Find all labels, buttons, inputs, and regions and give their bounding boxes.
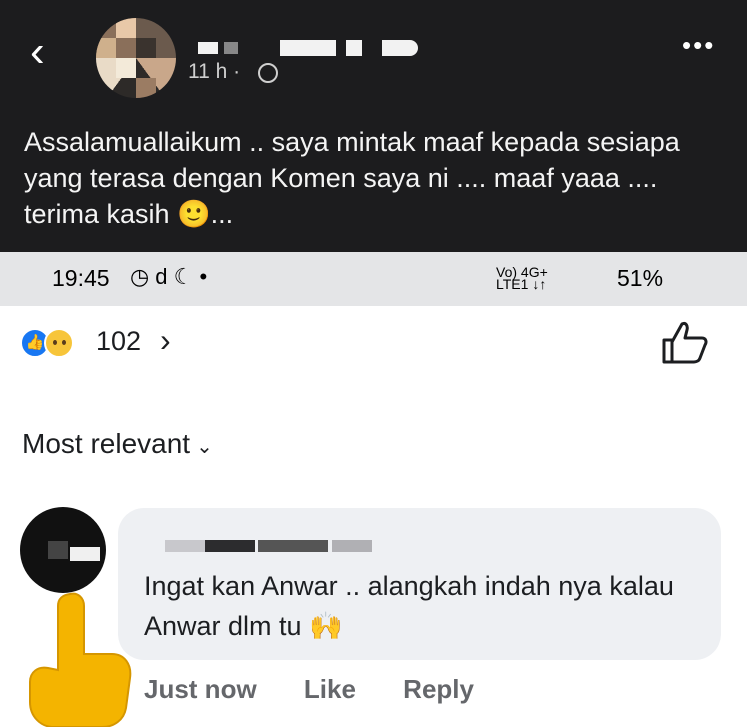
battery-level: 51% xyxy=(617,265,664,291)
chevron-down-icon: ⌄ xyxy=(196,436,213,458)
thumbs-up-icon[interactable] xyxy=(660,320,708,364)
sort-label: Most relevant xyxy=(22,428,191,459)
comment-text: Ingat kan Anwar .. alangkah indah nya ka… xyxy=(144,571,674,641)
like-button[interactable]: Like xyxy=(304,674,356,704)
author-name-redacted xyxy=(280,40,336,56)
comment-time: Just now xyxy=(144,674,257,704)
status-time: 19:45 xyxy=(52,265,110,291)
commenter-name-redacted xyxy=(205,540,255,552)
pointing-hand-icon xyxy=(29,592,132,727)
commenter-name-redacted[interactable] xyxy=(165,540,205,552)
reaction-count[interactable]: 102 xyxy=(96,326,141,357)
commenter-name-redacted xyxy=(258,540,328,552)
author-name-redacted xyxy=(224,42,238,54)
status-icons: ◷ d ☾ • xyxy=(130,264,208,289)
sort-dropdown[interactable]: Most relevant ⌄ xyxy=(22,428,213,460)
commenter-name-redacted xyxy=(332,540,372,552)
post-text: Assalamuallaikum .. saya mintak maaf kep… xyxy=(24,127,680,229)
comment-actions: Just now Like Reply xyxy=(144,674,514,705)
network-indicator: Vo) 4G+ LTE1 ↓↑ xyxy=(496,265,548,292)
chevron-right-icon[interactable]: › xyxy=(160,322,171,359)
more-dots-icon[interactable]: ••• xyxy=(682,30,715,61)
back-arrow-icon[interactable]: ‹ xyxy=(30,30,45,74)
author-name-redacted xyxy=(346,40,362,56)
author-name-redacted[interactable] xyxy=(198,42,218,54)
post-time: 11 h · xyxy=(188,60,241,83)
globe-icon xyxy=(258,63,278,83)
author-name-redacted xyxy=(382,40,418,56)
reply-button[interactable]: Reply xyxy=(403,674,474,704)
network-label-2: LTE1 ↓↑ xyxy=(496,276,547,292)
commenter-avatar[interactable] xyxy=(20,507,106,593)
sad-reaction-icon xyxy=(44,328,74,358)
author-avatar[interactable] xyxy=(96,18,176,98)
